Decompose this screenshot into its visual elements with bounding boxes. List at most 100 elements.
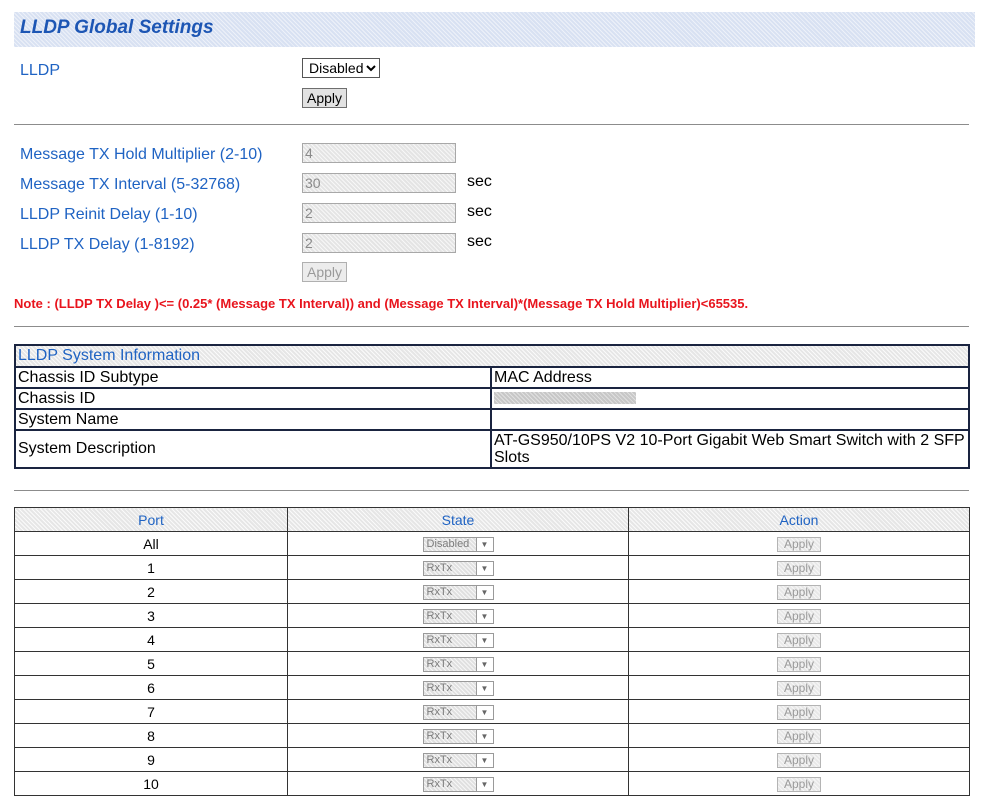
- tx-delay-unit: sec: [467, 233, 492, 250]
- tx-interval-input[interactable]: 30: [302, 173, 456, 193]
- table-row: 8 RxTx ▼ Apply: [14, 723, 970, 748]
- port-state-select[interactable]: RxTx ▼: [422, 560, 494, 576]
- chevron-down-icon: ▼: [475, 681, 493, 695]
- tx-interval-label: Message TX Interval (5-32768): [20, 176, 241, 193]
- port-apply-button[interactable]: Apply: [777, 752, 821, 768]
- port-cell: 6: [14, 675, 288, 700]
- port-cell: 4: [14, 627, 288, 652]
- port-state-select[interactable]: RxTx ▼: [422, 776, 494, 792]
- divider: [14, 326, 969, 327]
- port-state-select[interactable]: RxTx ▼: [422, 656, 494, 672]
- port-state-value: RxTx: [423, 609, 476, 623]
- action-column-header: Action: [628, 507, 970, 532]
- port-state-select[interactable]: RxTx ▼: [422, 704, 494, 720]
- system-info-caption: LLDP System Information: [14, 344, 970, 368]
- lldp-apply-button[interactable]: Apply: [302, 88, 348, 108]
- table-row: 1 RxTx ▼ Apply: [14, 555, 970, 580]
- state-cell: RxTx ▼: [287, 675, 629, 700]
- port-apply-button[interactable]: Apply: [777, 776, 821, 792]
- port-state-value: RxTx: [423, 729, 476, 743]
- table-row: System Name: [14, 408, 970, 431]
- chassis-id-subtype-value: MAC Address: [490, 366, 970, 389]
- system-name-label: System Name: [14, 408, 492, 431]
- action-cell: Apply: [628, 555, 970, 580]
- table-row: Chassis ID Subtype MAC Address: [14, 366, 970, 389]
- chevron-down-icon: ▼: [475, 657, 493, 671]
- chevron-down-icon: ▼: [475, 561, 493, 575]
- port-state-select[interactable]: RxTx ▼: [422, 680, 494, 696]
- port-state-value: RxTx: [423, 633, 476, 647]
- chevron-down-icon: ▼: [475, 777, 493, 791]
- port-state-value: RxTx: [423, 585, 476, 599]
- state-cell: Disabled ▼: [287, 531, 629, 556]
- system-description-label: System Description: [14, 429, 492, 469]
- port-apply-button[interactable]: Apply: [777, 632, 821, 648]
- tx-delay-input[interactable]: 2: [302, 233, 456, 253]
- port-apply-button[interactable]: Apply: [777, 704, 821, 720]
- table-row: 4 RxTx ▼ Apply: [14, 627, 970, 652]
- port-state-select[interactable]: RxTx ▼: [422, 728, 494, 744]
- action-cell: Apply: [628, 747, 970, 772]
- chevron-down-icon: ▼: [475, 633, 493, 647]
- port-state-select[interactable]: Disabled ▼: [422, 536, 494, 552]
- chevron-down-icon: ▼: [475, 585, 493, 599]
- action-cell: Apply: [628, 699, 970, 724]
- tx-hold-multiplier-label: Message TX Hold Multiplier (2-10): [20, 146, 263, 163]
- table-row: All Disabled ▼ Apply: [14, 531, 970, 556]
- state-cell: RxTx ▼: [287, 627, 629, 652]
- state-cell: RxTx ▼: [287, 603, 629, 628]
- port-state-select[interactable]: RxTx ▼: [422, 752, 494, 768]
- table-row: 10 RxTx ▼ Apply: [14, 771, 970, 796]
- port-cell: 2: [14, 579, 288, 604]
- port-apply-button[interactable]: Apply: [777, 608, 821, 624]
- chassis-id-label: Chassis ID: [14, 387, 492, 410]
- state-cell: RxTx ▼: [287, 747, 629, 772]
- state-cell: RxTx ▼: [287, 723, 629, 748]
- state-cell: RxTx ▼: [287, 771, 629, 796]
- lldp-label: LLDP: [20, 62, 61, 79]
- port-state-table: Port State Action All Disabled ▼ Apply 1 RxTx…: [14, 507, 970, 796]
- port-cell: 7: [14, 699, 288, 724]
- action-cell: Apply: [628, 627, 970, 652]
- port-apply-button[interactable]: Apply: [777, 728, 821, 744]
- port-state-select[interactable]: RxTx ▼: [422, 584, 494, 600]
- table-row: System Description AT-GS950/10PS V2 10-P…: [14, 429, 970, 469]
- port-apply-button[interactable]: Apply: [777, 584, 821, 600]
- tx-settings-apply-button[interactable]: Apply: [302, 262, 348, 282]
- port-apply-button[interactable]: Apply: [777, 656, 821, 672]
- table-row: 7 RxTx ▼ Apply: [14, 699, 970, 724]
- tx-delay-label: LLDP TX Delay (1-8192): [20, 236, 195, 253]
- state-cell: RxTx ▼: [287, 699, 629, 724]
- action-cell: Apply: [628, 603, 970, 628]
- system-description-value: AT-GS950/10PS V2 10-Port Gigabit Web Sma…: [490, 429, 970, 469]
- table-row: 5 RxTx ▼ Apply: [14, 651, 970, 676]
- port-column-header: Port: [14, 507, 288, 532]
- lldp-mode-select[interactable]: DisabledEnabled: [302, 58, 380, 78]
- tx-hold-multiplier-input[interactable]: 4: [302, 143, 456, 163]
- port-cell: 5: [14, 651, 288, 676]
- port-cell: 3: [14, 603, 288, 628]
- chevron-down-icon: ▼: [475, 729, 493, 743]
- table-row: Chassis ID: [14, 387, 970, 410]
- port-cell: 10: [14, 771, 288, 796]
- chassis-id-value-cell: [490, 387, 970, 410]
- port-state-value: RxTx: [423, 681, 476, 695]
- system-info-table: LLDP System Information Chassis ID Subty…: [14, 344, 970, 469]
- table-row: 3 RxTx ▼ Apply: [14, 603, 970, 628]
- chevron-down-icon: ▼: [475, 537, 493, 551]
- system-name-value: [490, 408, 970, 431]
- port-apply-button[interactable]: Apply: [777, 680, 821, 696]
- port-state-value: RxTx: [423, 561, 476, 575]
- port-state-value: RxTx: [423, 753, 476, 767]
- chevron-down-icon: ▼: [475, 753, 493, 767]
- chassis-id-subtype-label: Chassis ID Subtype: [14, 366, 492, 389]
- constraint-note: Note : (LLDP TX Delay )<= (0.25* (Messag…: [14, 296, 749, 311]
- reinit-delay-input[interactable]: 2: [302, 203, 456, 223]
- table-row: 2 RxTx ▼ Apply: [14, 579, 970, 604]
- action-cell: Apply: [628, 723, 970, 748]
- port-cell: 9: [14, 747, 288, 772]
- port-apply-button[interactable]: Apply: [777, 560, 821, 576]
- port-state-select[interactable]: RxTx ▼: [422, 632, 494, 648]
- port-apply-button[interactable]: Apply: [777, 536, 821, 552]
- port-state-select[interactable]: RxTx ▼: [422, 608, 494, 624]
